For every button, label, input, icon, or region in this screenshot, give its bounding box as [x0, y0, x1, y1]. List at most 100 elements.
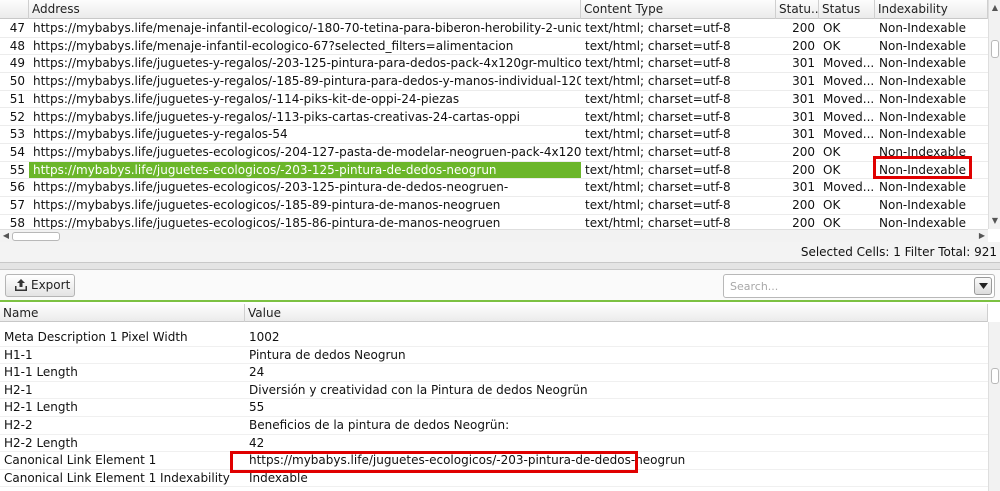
col-header-value[interactable]: Value: [245, 304, 988, 322]
col-header-address[interactable]: Address: [29, 0, 581, 19]
cell-content-type[interactable]: text/html; charset=utf-8: [581, 144, 776, 161]
cell-address[interactable]: https://mybabys.life/juguetes-y-regalos/…: [29, 55, 581, 72]
details-cell-name[interactable]: H2-1 Length: [0, 399, 245, 416]
col-header-content-type[interactable]: Content Type: [581, 0, 776, 19]
cell-status-code[interactable]: 200: [776, 38, 819, 55]
details-cell-name[interactable]: H2-1: [0, 382, 245, 399]
table-row[interactable]: 47 https://mybabys.life/menaje-infantil-e…: [0, 20, 988, 38]
col-header-status-code[interactable]: Statu...: [776, 0, 819, 19]
search-dropdown-button[interactable]: [974, 277, 992, 295]
cell-address[interactable]: https://mybabys.life/juguetes-y-regalos/…: [29, 91, 581, 108]
details-row[interactable]: Canonical Link Element 1 Indexability Ind…: [0, 470, 988, 488]
row-number[interactable]: 49: [0, 55, 29, 72]
cell-address[interactable]: https://mybabys.life/juguetes-ecologicos…: [29, 197, 581, 214]
cell-address[interactable]: https://mybabys.life/juguetes-ecologicos…: [29, 161, 581, 179]
details-cell-name[interactable]: Canonical Link Element 1: [0, 452, 245, 469]
details-cell-value[interactable]: 55: [245, 399, 985, 416]
cell-status[interactable]: Moved...: [819, 109, 875, 126]
cell-indexability[interactable]: Non-Indexable: [875, 38, 988, 55]
details-cell-value[interactable]: 24: [245, 364, 985, 381]
table-row[interactable]: 51 https://mybabys.life/juguetes-y-regalo…: [0, 91, 988, 109]
table-row[interactable]: 49 https://mybabys.life/juguetes-y-regalo…: [0, 55, 988, 74]
table-row[interactable]: 50 https://mybabys.life/juguetes-y-regalo…: [0, 73, 988, 91]
details-cell-name[interactable]: H2-2: [0, 417, 245, 434]
table-row[interactable]: 54 https://mybabys.life/juguetes-ecologic…: [0, 144, 988, 162]
details-vertical-scrollbar[interactable]: [988, 322, 1000, 491]
details-cell-value[interactable]: 42: [245, 435, 985, 452]
cell-content-type[interactable]: text/html; charset=utf-8: [581, 55, 776, 72]
scroll-right-arrow-icon[interactable]: ▶: [976, 230, 988, 242]
cell-indexability[interactable]: Non-Indexable: [875, 162, 988, 179]
details-cell-value[interactable]: Diversión y creatividad con la Pintura d…: [245, 382, 985, 399]
details-row[interactable]: H2-2 Beneficios de la pintura de dedos Ne…: [0, 417, 988, 435]
cell-content-type[interactable]: text/html; charset=utf-8: [581, 73, 776, 90]
cell-status[interactable]: OK: [819, 38, 875, 55]
table-row[interactable]: 53 https://mybabys.life/juguetes-y-regalo…: [0, 126, 988, 144]
cell-status-code[interactable]: 200: [776, 20, 819, 37]
details-row[interactable]: H1-1 Length 24: [0, 364, 988, 382]
cell-status[interactable]: Moved...: [819, 126, 875, 143]
table-row[interactable]: 55 https://mybabys.life/juguetes-ecologic…: [0, 161, 988, 180]
cell-indexability[interactable]: Non-Indexable: [875, 109, 988, 126]
row-number[interactable]: 56: [0, 179, 29, 196]
details-cell-value[interactable]: Beneficios de la pintura de dedos Neogrü…: [245, 417, 985, 434]
cell-content-type[interactable]: text/html; charset=utf-8: [581, 109, 776, 126]
cell-status-code[interactable]: 301: [776, 55, 819, 72]
cell-address[interactable]: https://mybabys.life/juguetes-y-regalos-…: [29, 126, 581, 143]
cell-status[interactable]: OK: [819, 197, 875, 214]
scroll-down-arrow-icon[interactable]: ▼: [989, 215, 1000, 227]
row-number[interactable]: 53: [0, 126, 29, 143]
row-number[interactable]: 48: [0, 38, 29, 55]
cell-status[interactable]: Moved...: [819, 73, 875, 90]
cell-content-type[interactable]: text/html; charset=utf-8: [581, 126, 776, 143]
url-table-scroll-thumb[interactable]: [991, 40, 999, 58]
cell-content-type[interactable]: text/html; charset=utf-8: [581, 197, 776, 214]
cell-status-code[interactable]: 301: [776, 179, 819, 196]
cell-status[interactable]: OK: [819, 144, 875, 161]
cell-indexability[interactable]: Non-Indexable: [875, 91, 988, 108]
cell-address[interactable]: https://mybabys.life/juguetes-ecologicos…: [29, 179, 581, 196]
cell-indexability[interactable]: Non-Indexable: [875, 73, 988, 90]
table-row[interactable]: 48 https://mybabys.life/menaje-infantil-e…: [0, 38, 988, 56]
details-cell-value[interactable]: https://mybabys.life/juguetes-ecologicos…: [245, 452, 985, 469]
details-cell-name[interactable]: H1-1 Length: [0, 364, 245, 381]
url-table-horizontal-scrollbar[interactable]: ◀ ▶: [0, 229, 988, 242]
cell-address[interactable]: https://mybabys.life/menaje-infantil-eco…: [29, 38, 581, 55]
details-cell-value[interactable]: 1002: [245, 329, 985, 346]
cell-content-type[interactable]: text/html; charset=utf-8: [581, 179, 776, 196]
col-header-name[interactable]: Name: [0, 304, 245, 322]
details-row[interactable]: Canonical Link Element 1 https://mybabys.…: [0, 452, 988, 470]
details-cell-name[interactable]: H1-1: [0, 347, 245, 364]
pane-splitter[interactable]: [0, 262, 1000, 270]
cell-content-type[interactable]: text/html; charset=utf-8: [581, 38, 776, 55]
cell-content-type[interactable]: text/html; charset=utf-8: [581, 91, 776, 108]
cell-status-code[interactable]: 200: [776, 144, 819, 161]
scroll-left-arrow-icon[interactable]: ◀: [0, 230, 12, 242]
col-header-row-number[interactable]: [0, 0, 29, 19]
export-button[interactable]: Export: [5, 274, 75, 297]
cell-status-code[interactable]: 301: [776, 109, 819, 126]
cell-address[interactable]: https://mybabys.life/menaje-infantil-eco…: [29, 20, 581, 37]
table-row[interactable]: 52 https://mybabys.life/juguetes-y-regalo…: [0, 109, 988, 127]
details-cell-name[interactable]: H2-2 Length: [0, 435, 245, 452]
search-input[interactable]: [730, 278, 965, 294]
details-cell-value[interactable]: Indexable: [245, 470, 985, 487]
cell-address[interactable]: https://mybabys.life/juguetes-y-regalos/…: [29, 109, 581, 126]
cell-indexability[interactable]: Non-Indexable: [875, 197, 988, 214]
row-number[interactable]: 50: [0, 73, 29, 90]
details-cell-name[interactable]: Canonical Link Element 1 Indexability: [0, 470, 245, 487]
cell-address[interactable]: https://mybabys.life/juguetes-y-regalos/…: [29, 73, 581, 90]
details-row[interactable]: H2-2 Length 42: [0, 435, 988, 453]
cell-status-code[interactable]: 301: [776, 73, 819, 90]
url-table-vertical-scrollbar[interactable]: ▲ ▼: [988, 0, 1000, 229]
scroll-up-arrow-icon[interactable]: ▲: [989, 2, 1000, 14]
details-row[interactable]: Meta Description 1 Pixel Width 1002: [0, 329, 988, 347]
row-number[interactable]: 57: [0, 197, 29, 214]
row-number[interactable]: 55: [0, 162, 29, 179]
details-scroll-thumb[interactable]: [991, 368, 999, 384]
col-header-indexability[interactable]: Indexability: [875, 0, 988, 19]
cell-content-type[interactable]: text/html; charset=utf-8: [581, 20, 776, 37]
cell-status-code[interactable]: 200: [776, 197, 819, 214]
details-cell-name[interactable]: Meta Description 1 Pixel Width: [0, 329, 245, 346]
details-row[interactable]: H1-1 Pintura de dedos Neogrun: [0, 347, 988, 365]
